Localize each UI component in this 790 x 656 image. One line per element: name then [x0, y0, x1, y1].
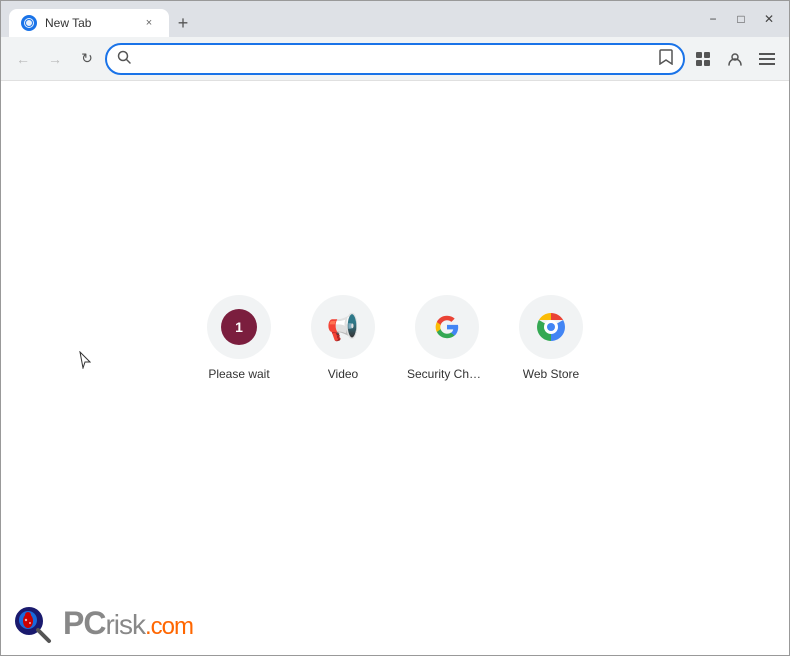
- please-wait-icon: 1: [207, 295, 271, 359]
- new-tab-button[interactable]: +: [169, 9, 197, 37]
- pcrisk-text-logo: PCrisk.com: [63, 605, 193, 642]
- shortcut-security-check[interactable]: Security Chec...: [407, 295, 487, 381]
- minimize-button[interactable]: −: [701, 7, 725, 31]
- forward-button[interactable]: →: [41, 45, 69, 73]
- shortcut-video[interactable]: 📢 Video: [303, 295, 383, 381]
- watermark: PCrisk.com: [11, 601, 193, 645]
- tab-strip: New Tab × +: [9, 1, 695, 37]
- close-button[interactable]: ✕: [757, 7, 781, 31]
- tab-favicon: [21, 15, 37, 31]
- shortcuts-grid: 1 Please wait 📢 Video: [199, 295, 591, 381]
- toolbar: ← → ↻: [1, 37, 789, 81]
- tab-close-button[interactable]: ×: [141, 15, 157, 31]
- please-wait-label: Please wait: [208, 367, 269, 381]
- maximize-button[interactable]: □: [729, 7, 753, 31]
- reload-button[interactable]: ↻: [73, 45, 101, 73]
- video-emoji: 📢: [327, 312, 359, 343]
- menu-icon[interactable]: [753, 45, 781, 73]
- security-check-label: Security Chec...: [407, 367, 487, 381]
- security-check-icon: [415, 295, 479, 359]
- profile-icon[interactable]: [721, 45, 749, 73]
- video-label: Video: [328, 367, 358, 381]
- web-store-icon: [519, 295, 583, 359]
- web-store-label: Web Store: [523, 367, 579, 381]
- cursor: [79, 351, 91, 369]
- tab-title: New Tab: [45, 16, 133, 30]
- back-button[interactable]: ←: [9, 45, 37, 73]
- pcrisk-bug-logo: [11, 601, 55, 645]
- bookmark-icon[interactable]: [659, 49, 673, 69]
- page-content: 1 Please wait 📢 Video: [1, 81, 789, 655]
- active-tab[interactable]: New Tab ×: [9, 9, 169, 37]
- window-controls: − □ ✕: [701, 7, 781, 31]
- shortcut-please-wait[interactable]: 1 Please wait: [199, 295, 279, 381]
- browser-window: New Tab × + − □ ✕ ← → ↻: [0, 0, 790, 656]
- search-icon: [117, 50, 131, 67]
- toolbar-actions: [689, 45, 781, 73]
- google-g-icon: [432, 312, 462, 342]
- video-icon: 📢: [311, 295, 375, 359]
- please-wait-number: 1: [221, 309, 257, 345]
- title-bar: New Tab × + − □ ✕: [1, 1, 789, 37]
- address-input[interactable]: [137, 51, 653, 67]
- address-bar[interactable]: [105, 43, 685, 75]
- extensions-icon[interactable]: [689, 45, 717, 73]
- shortcut-web-store[interactable]: Web Store: [511, 295, 591, 381]
